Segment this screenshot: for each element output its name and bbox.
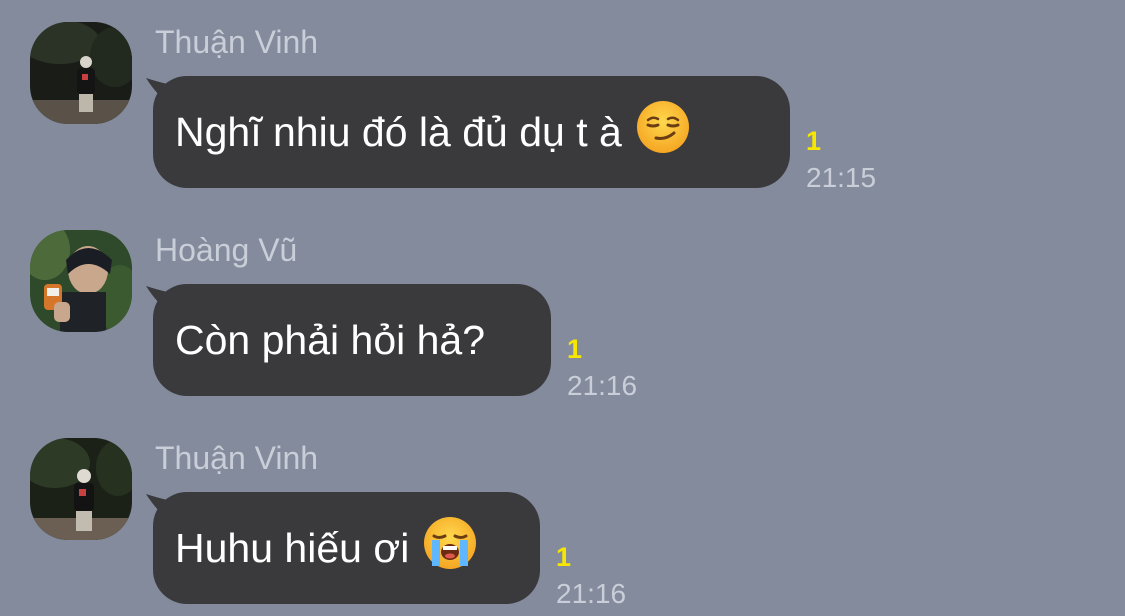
message-text: Còn phải hỏi hả? [175, 317, 486, 363]
message-bubble[interactable]: Huhu hiếu ơi [153, 492, 540, 604]
message-bubble[interactable]: Còn phải hỏi hả? [153, 284, 551, 396]
sender-name: Thuận Vinh [155, 440, 319, 476]
avatar-icon [30, 230, 132, 332]
message-text: Huhu hiếu ơi [175, 525, 410, 571]
avatar-icon [30, 22, 132, 124]
sender-name: Hoàng Vũ [155, 232, 298, 268]
smirking-face-icon [636, 100, 690, 159]
avatar[interactable] [30, 22, 132, 124]
message-bubble[interactable]: Nghĩ nhiu đó là đủ dụ t à [153, 76, 790, 188]
message-row: Thuận Vinh Nghĩ nhiu đó là đủ dụ t à 1 2… [0, 0, 1125, 200]
chat-message-list[interactable]: Thuận Vinh Nghĩ nhiu đó là đủ dụ t à 1 2… [0, 0, 1125, 615]
unread-count: 1 [806, 126, 822, 156]
unread-count: 1 [556, 542, 572, 572]
message-time: 21:16 [556, 578, 627, 609]
sender-name: Thuận Vinh [155, 24, 319, 60]
message-time: 21:15 [806, 162, 877, 193]
message-text: Nghĩ nhiu đó là đủ dụ t à [175, 109, 622, 155]
message-row: Thuận Vinh Huhu hiếu ơi 1 21:16 [0, 416, 1125, 616]
avatar[interactable] [30, 230, 132, 332]
loudly-crying-face-icon [423, 516, 477, 575]
message-time: 21:16 [567, 370, 638, 401]
avatar-icon [30, 438, 132, 540]
avatar[interactable] [30, 438, 132, 540]
message-row: Hoàng Vũ Còn phải hỏi hả? 1 21:16 [0, 208, 1125, 408]
unread-count: 1 [567, 334, 583, 364]
